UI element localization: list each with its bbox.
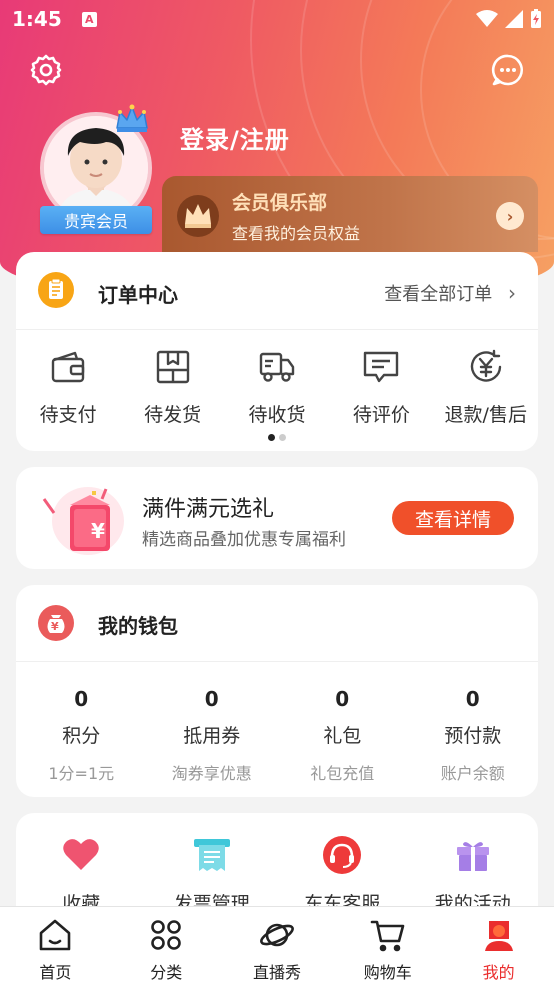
- member-crown-icon: [177, 195, 219, 237]
- wallet-header[interactable]: ¥ 我的钱包: [16, 585, 538, 662]
- wallet-hint: 账户余额: [440, 764, 505, 783]
- login-register-link[interactable]: 登录/注册: [180, 120, 290, 155]
- tab-label: 首页: [39, 963, 72, 982]
- order-item-pending-payment[interactable]: 待支付: [18, 348, 118, 427]
- comment-icon: [364, 351, 399, 383]
- chevron-right-icon: ›: [496, 202, 524, 230]
- view-all-orders-label: 查看全部订单: [384, 284, 493, 305]
- order-item-label: 待评价: [352, 404, 410, 426]
- order-item-refund[interactable]: 退款/售后: [436, 348, 536, 427]
- order-center-card: 订单中心 查看全部订单 › 待支付 待发货 待收货 待评价 退款/售后: [16, 252, 538, 451]
- tab-category[interactable]: 分类: [111, 907, 222, 984]
- gift-coupon-icon: [42, 487, 124, 555]
- promo-subtitle: 精选商品叠加优惠专属福利: [142, 530, 346, 550]
- view-all-orders-link[interactable]: 查看全部订单 ›: [384, 280, 516, 306]
- tab-label: 购物车: [363, 963, 412, 982]
- tab-cart[interactable]: 购物车: [332, 907, 443, 984]
- wallet-coupons[interactable]: 0 抵用券 淘券享优惠: [147, 687, 278, 784]
- profile-icon: [484, 921, 513, 951]
- tab-label: 我的: [482, 963, 515, 982]
- settings-gear-icon[interactable]: [29, 53, 63, 87]
- yen-symbol: ¥: [91, 519, 105, 543]
- service-invoice[interactable]: 发票管理: [147, 835, 278, 916]
- wallet-hint: 1分=1元: [48, 764, 115, 783]
- wallet-value: 0: [335, 687, 350, 711]
- category-icon: [151, 920, 181, 950]
- status-bar: 1:45 A: [0, 0, 554, 38]
- order-center-title: 订单中心: [98, 283, 178, 307]
- headset-icon: [323, 836, 362, 874]
- wallet-title: 我的钱包: [98, 614, 178, 638]
- tab-profile[interactable]: 我的: [443, 907, 554, 984]
- refund-icon: [470, 349, 501, 382]
- member-club-title: 会员俱乐部: [232, 192, 328, 214]
- signal-icon: [505, 10, 523, 28]
- wallet-name: 积分: [62, 725, 101, 747]
- order-item-pending-shipment[interactable]: 待发货: [123, 348, 223, 427]
- bottom-tab-bar: 首页 分类 直播秀 购物车 我的: [0, 906, 554, 984]
- wallet-value: 0: [204, 687, 219, 711]
- notification-icon: A: [81, 11, 97, 27]
- wallet-value: 0: [74, 687, 89, 711]
- promo-title: 满件满元选礼: [142, 497, 275, 522]
- truck-icon: [259, 352, 295, 382]
- box-icon: [156, 350, 189, 384]
- wallet-prepaid[interactable]: 0 预付款 账户余额: [408, 687, 539, 784]
- pager-dots: [268, 434, 286, 441]
- message-icon[interactable]: [491, 53, 525, 87]
- home-icon: [40, 919, 71, 951]
- wallet-card: ¥ 我的钱包 0 积分 1分=1元 0 抵用券 淘券享优惠 0 礼包 礼包充值 …: [16, 585, 538, 797]
- vip-member-badge: 贵宾会员: [40, 206, 152, 234]
- tab-home[interactable]: 首页: [0, 907, 111, 984]
- cart-icon: [370, 920, 405, 952]
- order-item-pending-receipt[interactable]: 待收货: [227, 348, 327, 427]
- wallet-hint: 礼包充值: [310, 764, 375, 783]
- invoice-icon: [193, 839, 230, 871]
- wallet-name: 礼包: [323, 725, 362, 747]
- tab-live[interactable]: 直播秀: [222, 907, 333, 984]
- service-customer-support[interactable]: 东东客服: [277, 835, 408, 916]
- order-item-label: 待收货: [248, 404, 306, 426]
- battery-icon: [531, 9, 541, 28]
- wallet-hint: 淘券享优惠: [171, 764, 252, 783]
- wallet-name: 预付款: [444, 725, 502, 747]
- wallet-value: 0: [465, 687, 480, 711]
- order-item-label: 待发货: [144, 404, 202, 426]
- crown-icon: [116, 104, 148, 132]
- wifi-icon: [476, 10, 498, 27]
- tab-label: 分类: [150, 963, 183, 982]
- view-details-button[interactable]: 查看详情: [392, 501, 514, 535]
- money-bag-icon: ¥: [38, 605, 74, 641]
- wallet-name: 抵用券: [183, 725, 241, 747]
- tab-label: 直播秀: [252, 963, 301, 982]
- clipboard-icon: [38, 272, 74, 308]
- wallet-points[interactable]: 0 积分 1分=1元: [16, 687, 147, 784]
- promo-card[interactable]: ¥ 满件满元选礼 精选商品叠加优惠专属福利 查看详情: [16, 467, 538, 569]
- status-time: 1:45: [12, 7, 62, 31]
- chevron-right-icon: ›: [508, 281, 516, 305]
- gift-icon: [456, 842, 489, 871]
- order-item-label: 待支付: [39, 404, 97, 426]
- order-item-pending-review[interactable]: 待评价: [331, 348, 431, 427]
- wallet-icon: [51, 351, 85, 383]
- service-favorites[interactable]: 收藏: [16, 835, 147, 916]
- planet-icon: [260, 923, 294, 947]
- heart-icon: [63, 839, 100, 870]
- order-center-header[interactable]: 订单中心 查看全部订单 ›: [16, 252, 538, 330]
- member-club-card[interactable]: 会员俱乐部 查看我的会员权益 ›: [162, 176, 538, 252]
- wallet-gift-packs[interactable]: 0 礼包 礼包充值: [277, 687, 408, 784]
- service-my-activities[interactable]: 我的活动: [408, 835, 539, 916]
- yen-symbol: ¥: [51, 620, 59, 633]
- order-item-label: 退款/售后: [444, 404, 527, 426]
- member-club-subtitle: 查看我的会员权益: [232, 224, 361, 243]
